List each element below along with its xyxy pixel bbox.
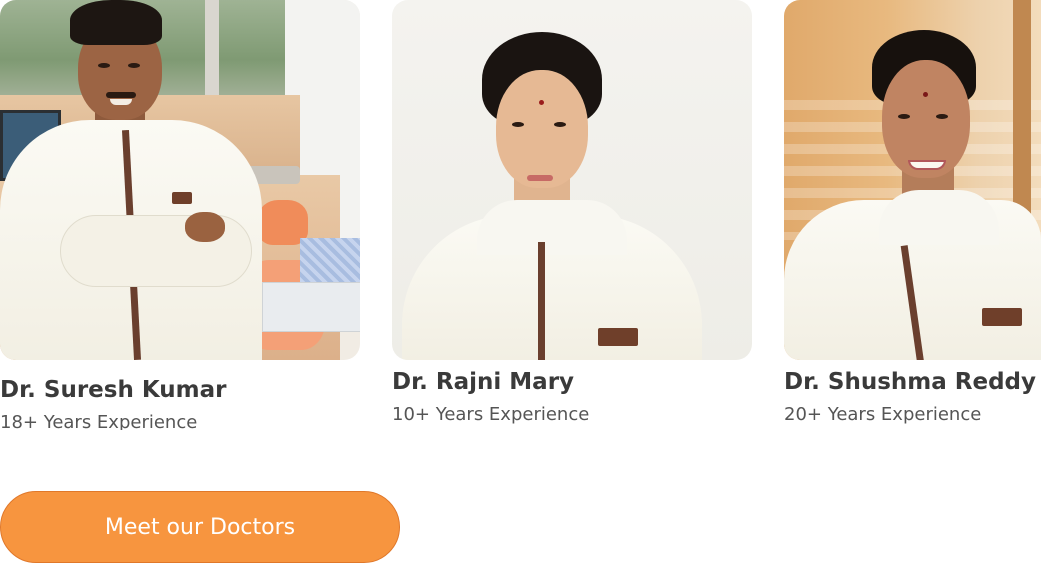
doctor-eye-right	[554, 122, 566, 127]
coat-badge	[982, 308, 1022, 326]
doctor-photo	[0, 0, 360, 360]
doctor-mustache	[106, 92, 136, 98]
background-window-frame	[205, 0, 219, 100]
doctor-experience: 18+ Years Experience	[0, 412, 198, 430]
doctor-card-rajni-mary[interactable]: Dr. Rajni Mary 10+ Years Experience	[392, 0, 752, 425]
coat-placket	[538, 242, 545, 360]
doctor-hand	[185, 212, 225, 242]
doctor-name: Dr. Rajni Mary	[392, 369, 575, 395]
doctor-lips	[527, 175, 553, 181]
doctor-eye-left	[512, 122, 524, 127]
doctors-section: Dr. Suresh Kumar 18+ Years Experience Dr…	[0, 0, 1041, 563]
doctor-bindi	[923, 92, 928, 97]
doctor-eye-left	[98, 63, 110, 68]
coat-badge	[598, 328, 638, 346]
coat-badge	[172, 192, 192, 204]
doctor-experience: 10+ Years Experience	[392, 404, 590, 425]
doctor-card-shushma-reddy[interactable]: Dr. Shushma Reddy 20+ Years Experience	[784, 0, 1041, 425]
doctor-smile	[110, 99, 132, 105]
doctor-hair	[70, 0, 162, 45]
doctor-bindi	[539, 100, 544, 105]
doctor-face	[496, 70, 588, 188]
coat-collar	[477, 200, 627, 255]
doctor-smile	[908, 160, 946, 170]
doctor-photo	[784, 0, 1041, 360]
doctor-name: Dr. Suresh Kumar	[0, 377, 227, 403]
dental-tray	[262, 282, 360, 332]
doctor-name: Dr. Shushma Reddy	[784, 369, 1037, 395]
coat-collar	[879, 190, 999, 245]
doctor-eye-right	[936, 114, 948, 119]
doctor-photo	[392, 0, 752, 360]
doctor-eye-left	[898, 114, 910, 119]
dental-cloth	[300, 238, 360, 288]
doctor-eye-right	[128, 63, 140, 68]
doctor-experience: 20+ Years Experience	[784, 404, 982, 425]
meet-our-doctors-button[interactable]: Meet our Doctors	[0, 491, 400, 563]
doctor-card-suresh-kumar[interactable]: Dr. Suresh Kumar 18+ Years Experience	[0, 0, 360, 430]
